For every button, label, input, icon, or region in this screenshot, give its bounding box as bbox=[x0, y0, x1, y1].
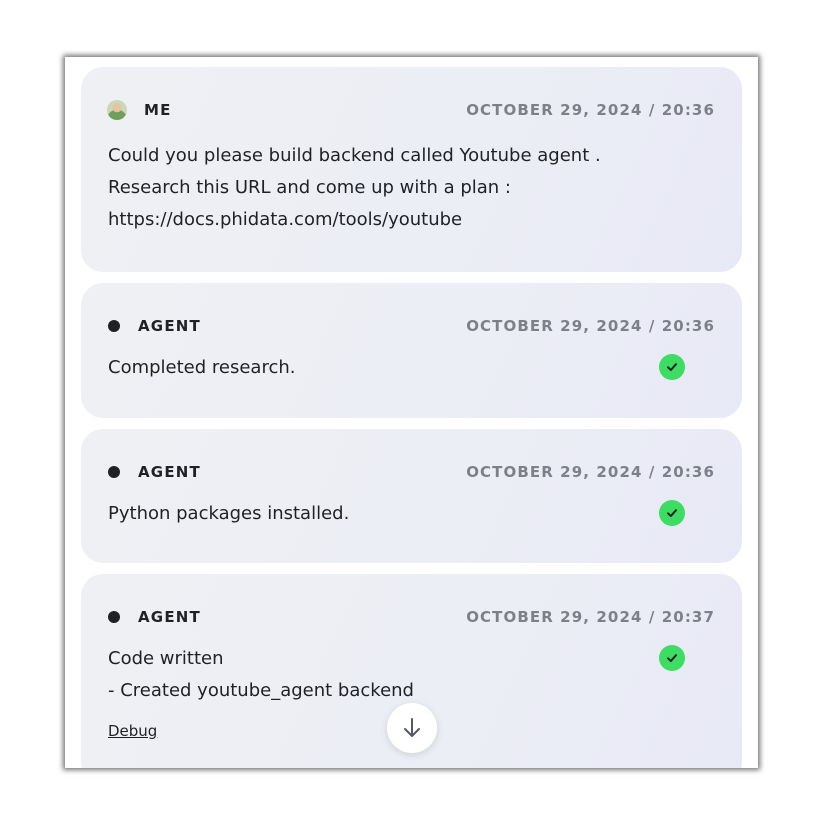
message-card-agent: AGENT OCTOBER 29, 2024 / 20:36 Python pa… bbox=[81, 429, 742, 563]
sender-name: ME bbox=[144, 101, 172, 119]
message-line: Research this URL and come up with a pla… bbox=[108, 177, 511, 198]
message-line: Code written bbox=[108, 648, 224, 669]
message-body: Could you please build backend called Yo… bbox=[108, 140, 601, 236]
sender: AGENT bbox=[107, 608, 201, 626]
agent-dot-icon bbox=[108, 611, 120, 623]
scroll-to-bottom-button[interactable] bbox=[387, 703, 437, 753]
message-timestamp: OCTOBER 29, 2024 / 20:36 bbox=[466, 101, 715, 119]
message-line: Completed research. bbox=[108, 357, 296, 378]
message-body: Completed research. bbox=[108, 352, 296, 384]
message-timestamp: OCTOBER 29, 2024 / 20:37 bbox=[466, 608, 715, 626]
message-line: Could you please build backend called Yo… bbox=[108, 145, 601, 166]
message-header: AGENT OCTOBER 29, 2024 / 20:37 bbox=[107, 595, 715, 639]
message-header: AGENT OCTOBER 29, 2024 / 20:36 bbox=[107, 304, 715, 348]
message-line: - Created youtube_agent backend bbox=[108, 680, 414, 701]
sender: AGENT bbox=[107, 463, 201, 481]
avatar bbox=[107, 100, 127, 120]
message-header: ME OCTOBER 29, 2024 / 20:36 bbox=[107, 88, 715, 132]
check-circle-icon bbox=[659, 500, 685, 526]
message-line: https://docs.phidata.com/tools/youtube bbox=[108, 209, 463, 230]
message-header: AGENT OCTOBER 29, 2024 / 20:36 bbox=[107, 450, 715, 494]
sender-name: AGENT bbox=[138, 608, 201, 626]
agent-dot-icon bbox=[108, 320, 120, 332]
check-circle-icon bbox=[659, 645, 685, 671]
message-timestamp: OCTOBER 29, 2024 / 20:36 bbox=[466, 317, 715, 335]
arrow-down-icon bbox=[404, 718, 420, 737]
message-body: Python packages installed. bbox=[108, 498, 349, 530]
screenshot-stage: ME OCTOBER 29, 2024 / 20:36 Could you pl… bbox=[0, 0, 828, 825]
sender: AGENT bbox=[107, 317, 201, 335]
check-circle-icon bbox=[659, 354, 685, 380]
message-card-user: ME OCTOBER 29, 2024 / 20:36 Could you pl… bbox=[81, 67, 742, 272]
chat-window: ME OCTOBER 29, 2024 / 20:36 Could you pl… bbox=[65, 57, 758, 768]
sender-name: AGENT bbox=[138, 317, 201, 335]
message-timestamp: OCTOBER 29, 2024 / 20:36 bbox=[466, 463, 715, 481]
debug-link[interactable]: Debug bbox=[108, 722, 157, 740]
message-line: Python packages installed. bbox=[108, 503, 350, 524]
message-body: Code written - Created youtube_agent bac… bbox=[108, 643, 414, 707]
message-card-agent: AGENT OCTOBER 29, 2024 / 20:36 Completed… bbox=[81, 283, 742, 418]
sender: ME bbox=[107, 100, 172, 120]
sender-name: AGENT bbox=[138, 463, 201, 481]
agent-dot-icon bbox=[108, 466, 120, 478]
